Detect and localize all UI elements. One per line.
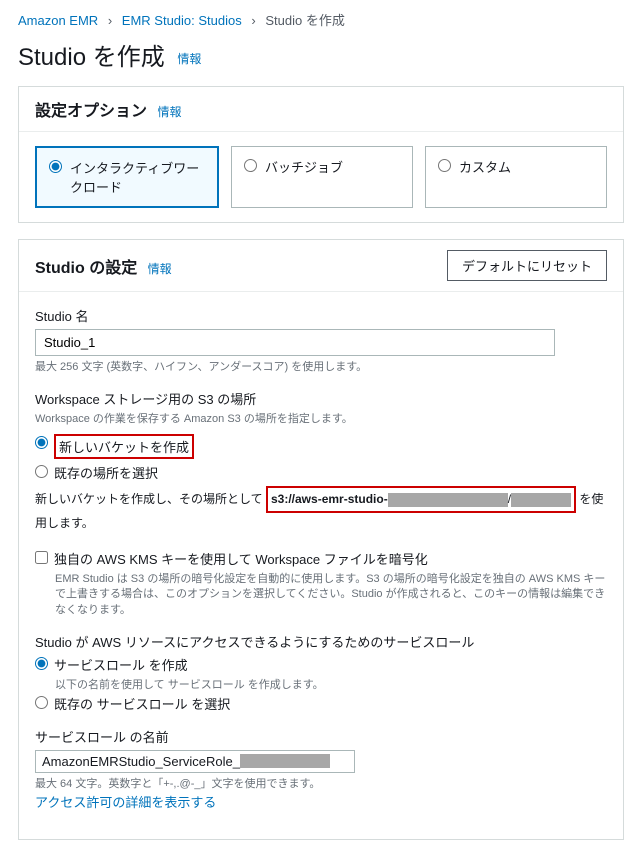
setup-options-panel: 設定オプション 情報 インタラクティブワークロード バッチジョブ カスタム bbox=[18, 86, 624, 223]
service-role-label: Studio が AWS リソースにアクセスできるようにするためのサービスロール bbox=[35, 632, 607, 651]
chevron-right-icon: › bbox=[108, 13, 112, 28]
tile-custom[interactable]: カスタム bbox=[425, 146, 607, 208]
redacted-text bbox=[240, 754, 330, 768]
create-bucket-label: 新しいバケットを作成 bbox=[59, 440, 189, 455]
radio-interactive[interactable] bbox=[49, 160, 62, 173]
studio-name-input[interactable] bbox=[35, 329, 555, 356]
radio-batch[interactable] bbox=[244, 159, 257, 172]
existing-location-label: 既存の場所を選択 bbox=[54, 463, 158, 482]
kms-encrypt-label: 独自の AWS KMS キーを使用して Workspace ファイルを暗号化 bbox=[54, 549, 428, 568]
studio-name-label: Studio 名 bbox=[35, 306, 607, 325]
permissions-details-link[interactable]: アクセス許可の詳細を表示する bbox=[35, 795, 216, 810]
kms-encrypt-hint: EMR Studio は S3 の場所の暗号化設定を自動的に使用します。S3 の… bbox=[55, 572, 607, 618]
service-role-name-label: サービスロール の名前 bbox=[35, 727, 607, 746]
s3-path-sentence: 新しいバケットを作成し、その場所として s3://aws-emr-studio-… bbox=[35, 486, 607, 535]
studio-name-hint: 最大 256 文字 (英数字、ハイフン、アンダースコア) を使用します。 bbox=[35, 360, 607, 375]
radio-custom[interactable] bbox=[438, 159, 451, 172]
reset-defaults-button[interactable]: デフォルトにリセット bbox=[447, 250, 607, 281]
radio-existing-location[interactable] bbox=[35, 465, 48, 478]
radio-create-bucket[interactable] bbox=[35, 436, 48, 449]
service-role-name-hint: 最大 64 文字。英数字と「+-,.@-_」文字を使用できます。 bbox=[35, 777, 607, 792]
s3-location-label: Workspace ストレージ用の S3 の場所 bbox=[35, 389, 607, 408]
breadcrumb: Amazon EMR › EMR Studio: Studios › Studi… bbox=[18, 10, 624, 29]
highlight-s3-path: s3://aws-emr-studio-/ bbox=[266, 486, 576, 514]
info-link[interactable]: 情報 bbox=[177, 52, 201, 66]
service-role-name-input[interactable]: AmazonEMRStudio_ServiceRole_ bbox=[35, 750, 355, 773]
chevron-right-icon: › bbox=[251, 13, 255, 28]
breadcrumb-link-studios[interactable]: EMR Studio: Studios bbox=[122, 13, 242, 28]
redacted-text bbox=[388, 493, 508, 507]
create-service-role-label: サービスロール を作成 bbox=[54, 655, 188, 674]
tile-interactive-workload[interactable]: インタラクティブワークロード bbox=[35, 146, 219, 208]
info-link[interactable]: 情報 bbox=[148, 262, 172, 276]
s3-location-desc: Workspace の作業を保存する Amazon S3 の場所を指定します。 bbox=[35, 412, 607, 427]
redacted-text bbox=[511, 493, 571, 507]
breadcrumb-link-emr[interactable]: Amazon EMR bbox=[18, 13, 98, 28]
radio-create-service-role[interactable] bbox=[35, 657, 48, 670]
create-service-role-hint: 以下の名前を使用して サービスロール を作成します。 bbox=[55, 678, 607, 693]
info-link[interactable]: 情報 bbox=[157, 105, 181, 119]
tile-batch-job[interactable]: バッチジョブ bbox=[231, 146, 413, 208]
studio-settings-panel: Studio の設定 情報 デフォルトにリセット Studio 名 最大 256… bbox=[18, 239, 624, 840]
breadcrumb-current: Studio を作成 bbox=[265, 13, 344, 28]
page-title: Studio を作成 情報 bbox=[18, 37, 624, 72]
radio-existing-service-role[interactable] bbox=[35, 696, 48, 709]
checkbox-kms-encrypt[interactable] bbox=[35, 551, 48, 564]
existing-service-role-label: 既存の サービスロール を選択 bbox=[54, 694, 230, 713]
studio-settings-heading: Studio の設定 情報 bbox=[35, 254, 172, 278]
highlight-create-bucket: 新しいバケットを作成 bbox=[54, 434, 194, 459]
setup-options-heading: 設定オプション 情報 bbox=[35, 97, 181, 121]
